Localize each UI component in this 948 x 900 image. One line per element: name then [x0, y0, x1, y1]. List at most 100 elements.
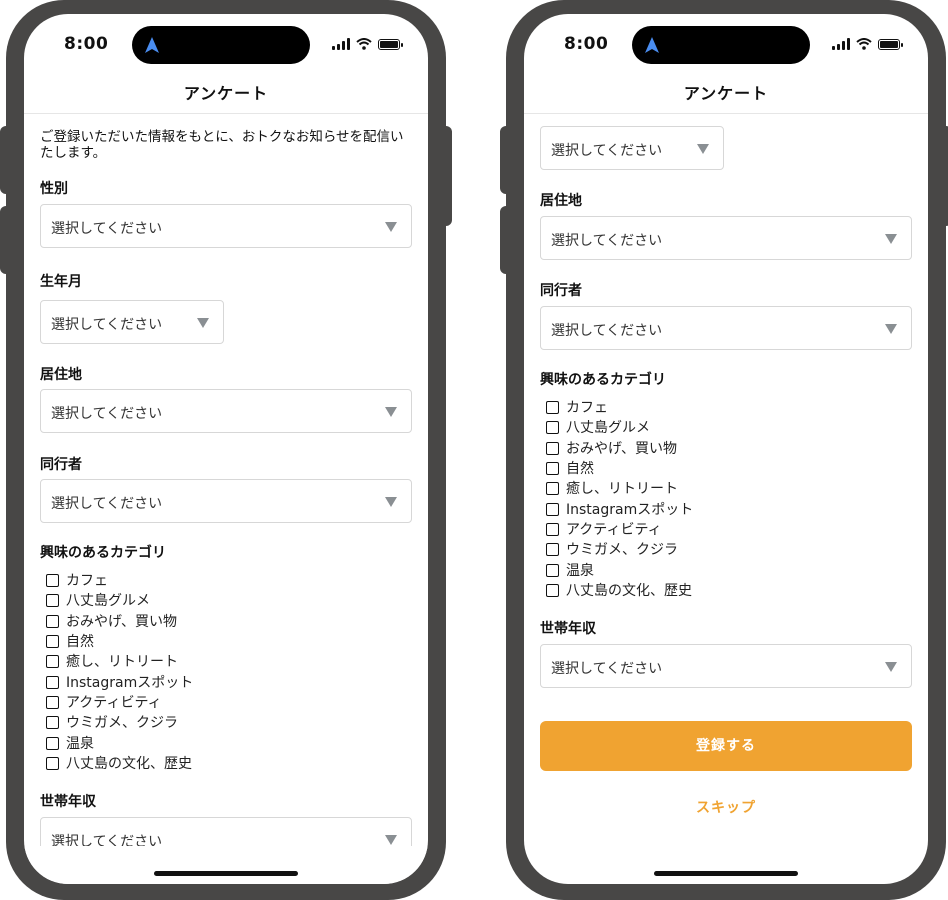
chevron-down-icon: [197, 318, 209, 328]
companion-label: 同行者: [540, 283, 582, 299]
gender-select[interactable]: 選択してください: [40, 204, 412, 248]
interest-checkbox[interactable]: ウミガメ、クジラ: [546, 539, 678, 559]
checkbox-icon[interactable]: [546, 481, 559, 495]
interest-option-label: おみやげ、買い物: [566, 441, 678, 457]
checkbox-icon[interactable]: [46, 756, 59, 770]
companion-select[interactable]: 選択してください: [540, 306, 912, 350]
income-select-value: 選択してください: [551, 661, 663, 677]
home-indicator[interactable]: [654, 871, 798, 876]
skip-link[interactable]: スキップ: [540, 797, 912, 817]
form-content[interactable]: ご登録いただいた情報をもとに、おトクなお知らせを配信いたします。 性別 選択して…: [24, 114, 428, 884]
interest-option-label: アクティビティ: [66, 695, 162, 711]
status-icons: [332, 38, 403, 50]
battery-icon: [378, 38, 403, 50]
location-arrow-icon: [645, 37, 659, 53]
companion-select[interactable]: 選択してください: [40, 479, 412, 523]
interest-option-label: 温泉: [66, 736, 94, 752]
interest-checkbox[interactable]: おみやげ、買い物: [46, 611, 177, 631]
interest-checkbox[interactable]: カフェ: [46, 570, 108, 590]
checkbox-icon[interactable]: [46, 593, 59, 607]
wifi-icon: [356, 38, 372, 50]
screen: 8:00 アンケート ご登録いただいた情報をもとに、おトクなお知らせを配信いたし…: [24, 14, 428, 884]
interest-checkbox[interactable]: 癒し、リトリート: [46, 651, 178, 671]
interest-option-label: 八丈島グルメ: [566, 420, 650, 436]
checkbox-icon[interactable]: [546, 420, 559, 434]
birth-month-select[interactable]: 選択してください: [40, 300, 224, 344]
screen: 8:00 アンケート 選択してください 居住地 選択してください 同行者 選択し…: [524, 14, 928, 884]
interest-checkbox[interactable]: Instagramスポット: [46, 672, 193, 692]
birth-month-label: 生年月: [40, 274, 82, 290]
interest-checkbox[interactable]: 温泉: [546, 560, 594, 580]
interest-option-label: Instagramスポット: [66, 675, 194, 691]
birth-month-select-value: 選択してください: [51, 317, 163, 333]
wifi-icon: [856, 38, 872, 50]
status-time: 8:00: [564, 34, 609, 54]
form-content[interactable]: 選択してください 居住地 選択してください 同行者 選択してください 興味のある…: [524, 114, 928, 884]
residence-select[interactable]: 選択してください: [540, 216, 912, 260]
page-title: アンケート: [683, 84, 769, 103]
checkbox-icon[interactable]: [46, 675, 59, 689]
checkbox-icon[interactable]: [46, 695, 59, 709]
interest-option-label: Instagramスポット: [566, 502, 694, 518]
interest-option-label: カフェ: [66, 573, 108, 589]
chevron-down-icon: [385, 222, 397, 232]
battery-icon: [878, 38, 903, 50]
interests-label: 興味のあるカテゴリ: [40, 545, 166, 561]
checkbox-icon[interactable]: [546, 441, 559, 455]
chevron-down-icon: [697, 144, 709, 154]
cellular-signal-icon: [332, 38, 350, 50]
interest-checkbox[interactable]: 温泉: [46, 733, 94, 753]
checkbox-icon[interactable]: [546, 461, 559, 475]
checkbox-icon[interactable]: [46, 715, 59, 729]
register-button[interactable]: 登録する: [540, 721, 912, 771]
gender-select-value: 選択してください: [51, 221, 163, 237]
interest-checkbox[interactable]: アクティビティ: [546, 519, 662, 539]
checkbox-icon[interactable]: [46, 654, 59, 668]
birth-month-select[interactable]: 選択してください: [540, 126, 724, 170]
interest-checkbox[interactable]: 自然: [46, 631, 94, 651]
interest-checkbox[interactable]: ウミガメ、クジラ: [46, 712, 178, 732]
interest-checkbox[interactable]: 八丈島の文化、歴史: [546, 580, 692, 600]
birth-month-select-value: 選択してください: [551, 143, 663, 159]
dynamic-island: [132, 26, 310, 64]
checkbox-icon[interactable]: [46, 634, 59, 648]
checkbox-icon[interactable]: [546, 522, 559, 536]
checkbox-icon[interactable]: [46, 573, 59, 587]
interest-checkbox[interactable]: アクティビティ: [46, 692, 162, 712]
interest-checkbox[interactable]: おみやげ、買い物: [546, 438, 677, 458]
dynamic-island: [632, 26, 810, 64]
residence-label: 居住地: [540, 193, 582, 209]
companion-label: 同行者: [40, 457, 82, 473]
phone-left: 8:00 アンケート ご登録いただいた情報をもとに、おトクなお知らせを配信いたし…: [0, 0, 452, 900]
income-select[interactable]: 選択してください: [540, 644, 912, 688]
residence-select[interactable]: 選択してください: [40, 389, 412, 433]
cellular-signal-icon: [832, 38, 850, 50]
interest-checkbox[interactable]: 癒し、リトリート: [546, 478, 678, 498]
bottom-safe-area: [24, 846, 428, 884]
interest-checkbox[interactable]: 八丈島の文化、歴史: [46, 753, 192, 773]
location-arrow-icon: [145, 37, 159, 53]
checkbox-icon[interactable]: [546, 583, 559, 597]
interest-option-label: カフェ: [566, 400, 608, 416]
gender-label: 性別: [40, 181, 68, 197]
checkbox-icon[interactable]: [546, 563, 559, 577]
chevron-down-icon: [885, 234, 897, 244]
checkbox-icon[interactable]: [546, 502, 559, 516]
residence-select-value: 選択してください: [51, 406, 163, 422]
status-time: 8:00: [64, 34, 109, 54]
interest-option-label: 八丈島グルメ: [66, 593, 150, 609]
checkbox-icon[interactable]: [46, 614, 59, 628]
interest-checkbox[interactable]: 八丈島グルメ: [46, 590, 150, 610]
checkbox-icon[interactable]: [46, 736, 59, 750]
interest-checkbox[interactable]: 八丈島グルメ: [546, 417, 650, 437]
interest-checkbox[interactable]: カフェ: [546, 397, 608, 417]
interest-option-label: おみやげ、買い物: [66, 614, 178, 630]
checkbox-icon[interactable]: [546, 542, 559, 556]
interest-checkbox[interactable]: Instagramスポット: [546, 499, 693, 519]
checkbox-icon[interactable]: [546, 400, 559, 414]
interest-option-label: 八丈島の文化、歴史: [566, 583, 692, 599]
interest-checkbox[interactable]: 自然: [546, 458, 594, 478]
interest-option-label: 自然: [66, 634, 94, 650]
home-indicator[interactable]: [154, 871, 298, 876]
chevron-down-icon: [385, 407, 397, 417]
